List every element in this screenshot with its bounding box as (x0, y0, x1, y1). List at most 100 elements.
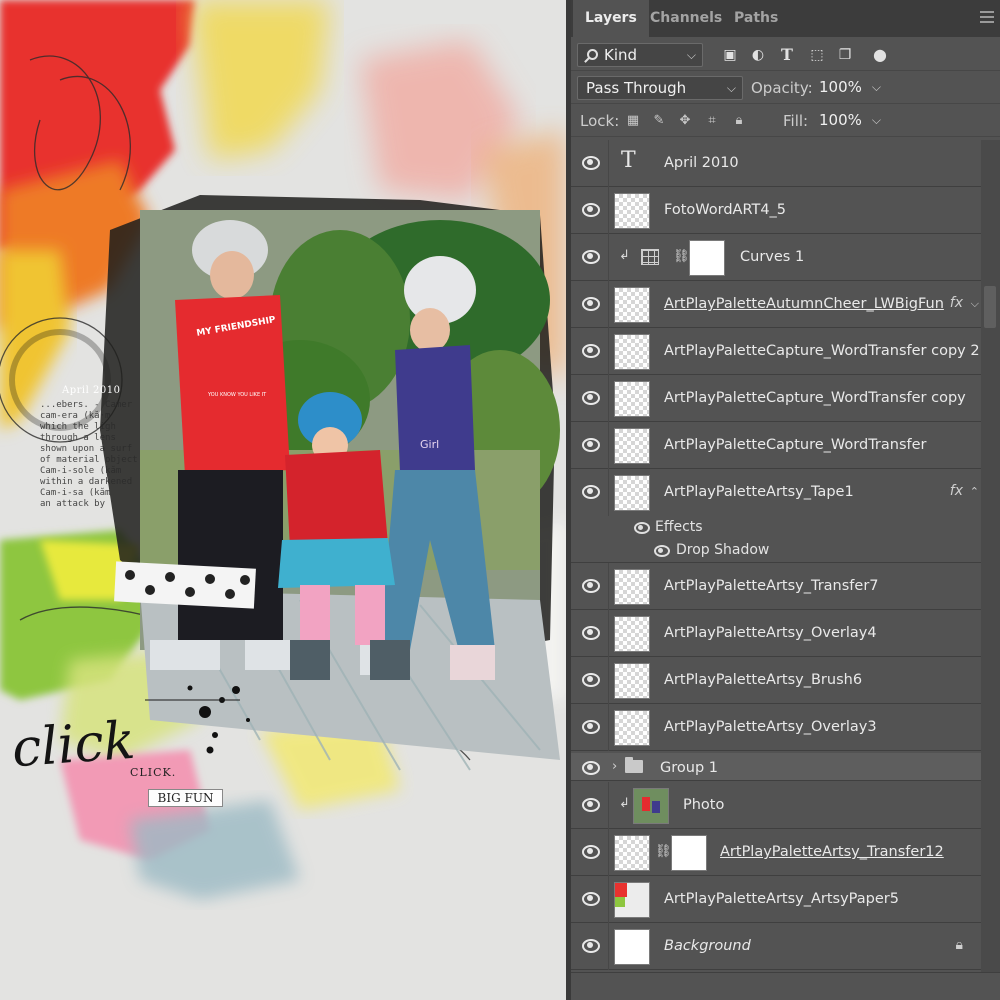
layer-name: April 2010 (664, 155, 739, 171)
shirt2-text: Girl (420, 438, 440, 451)
lock-icon: 🔒︎ (955, 937, 963, 953)
search-icon (587, 49, 598, 60)
layer-row[interactable]: ArtPlayPaletteCapture_WordTransfer copy … (571, 328, 981, 375)
scrollbar-thumb[interactable] (984, 286, 996, 328)
lock-label: Lock: (580, 112, 620, 130)
layer-row[interactable]: ↲ ⛓ Curves 1 (571, 234, 981, 281)
effects-row[interactable]: Effects (571, 516, 981, 539)
layer-name: ArtPlayPaletteAutumnCheer_LWBigFun (664, 296, 944, 312)
fx-badge[interactable]: fx (950, 469, 963, 516)
layer-row[interactable]: ArtPlayPaletteCapture_WordTransfer (571, 422, 981, 469)
dictionary-word-transfer: ...ebers. - Camer cam-era (kă·m which th… (40, 400, 138, 509)
link-chain-icon[interactable]: ⛓ (655, 844, 672, 859)
layer-name: ArtPlayPaletteCapture_WordTransfer (664, 437, 927, 453)
drop-shadow-row[interactable]: Drop Shadow (571, 539, 981, 563)
text-layer-icon: T (621, 148, 636, 173)
visibility-eye-icon[interactable] (582, 626, 600, 640)
visibility-eye-icon[interactable] (582, 892, 600, 906)
layer-row[interactable]: ArtPlayPaletteArtsy_ArtsyPaper5 (571, 876, 981, 923)
fill-value: 100% (819, 111, 862, 129)
layer-row[interactable]: ArtPlayPaletteArtsy_Tape1 fx ⌃ (571, 469, 981, 516)
document-canvas[interactable]: April 2010 ...ebers. - Camer cam-era (kă… (0, 0, 566, 1000)
filter-kind-dropdown[interactable]: Kind ⌵ (577, 43, 703, 67)
group-row[interactable]: › Group 1 (571, 753, 981, 781)
filter-toggle-icon[interactable]: ● (871, 46, 889, 64)
visibility-eye-icon[interactable] (582, 673, 600, 687)
visibility-eye-icon[interactable] (582, 297, 600, 311)
layer-row[interactable]: ArtPlayPaletteArtsy_Transfer7 (571, 563, 981, 610)
big-fun-label: BIG FUN (148, 789, 223, 807)
layer-row[interactable]: ArtPlayPaletteArtsy_Overlay4 (571, 610, 981, 657)
click-script-word: click (10, 710, 137, 780)
visibility-eye-icon[interactable] (582, 720, 600, 734)
layer-name: Photo (683, 797, 725, 813)
panel-tab-bar: Layers Channels Paths (571, 0, 1000, 37)
layer-thumbnail (614, 882, 650, 918)
lock-transparent-icon[interactable]: ▦ (625, 113, 641, 129)
fill-field[interactable]: 100% ⌵ (811, 109, 887, 133)
layer-row[interactable]: ArtPlayPaletteArtsy_Overlay3 (571, 704, 981, 751)
visibility-eye-icon[interactable] (582, 391, 600, 405)
visibility-eye-icon[interactable] (582, 761, 600, 775)
blend-mode-value: Pass Through (586, 79, 687, 97)
shape-filter-icon[interactable]: ⬚ (808, 46, 826, 64)
visibility-eye-icon[interactable] (582, 939, 600, 953)
visibility-eye-icon[interactable] (582, 203, 600, 217)
layer-row[interactable]: T April 2010 (571, 140, 981, 187)
panel-menu-icon[interactable] (980, 11, 994, 23)
drop-shadow-label: Drop Shadow (676, 542, 770, 558)
lock-artboard-icon[interactable]: ⌗ (704, 113, 720, 129)
lock-position-icon[interactable]: ✥ (677, 113, 693, 129)
layer-thumbnail (614, 428, 650, 464)
visibility-eye-icon[interactable] (582, 798, 600, 812)
visibility-eye-icon[interactable] (582, 250, 600, 264)
blend-row: Pass Through ⌵ Opacity: 100% ⌵ (571, 72, 1000, 104)
layer-name: ArtPlayPaletteArtsy_Overlay3 (664, 719, 877, 735)
layer-row[interactable]: ↲ Photo (571, 782, 981, 829)
tab-channels[interactable]: Channels (638, 0, 734, 37)
visibility-eye-icon[interactable] (634, 522, 650, 534)
link-chain-icon[interactable]: ⛓ (673, 249, 690, 264)
blend-mode-dropdown[interactable]: Pass Through ⌵ (577, 76, 743, 100)
layer-row[interactable]: ArtPlayPaletteAutumnCheer_LWBigFun fx ⌵ (571, 281, 981, 328)
opacity-field[interactable]: 100% ⌵ (811, 76, 887, 100)
lock-all-icon[interactable]: 🔒︎ (731, 113, 747, 129)
smart-object-filter-icon[interactable]: ❐ (836, 46, 854, 64)
visibility-eye-icon[interactable] (582, 438, 600, 452)
layer-row[interactable]: ⛓ ArtPlayPaletteArtsy_Transfer12 (571, 829, 981, 876)
visibility-eye-icon[interactable] (654, 545, 670, 557)
visibility-eye-icon[interactable] (582, 579, 600, 593)
layer-mask-thumbnail[interactable] (671, 835, 707, 871)
effects-label: Effects (655, 519, 703, 535)
scrollbar-track[interactable] (981, 140, 1000, 972)
layer-name: Background (664, 938, 751, 954)
layer-row[interactable]: ArtPlayPaletteArtsy_Brush6 (571, 657, 981, 704)
shirt-subtext: YOU KNOW YOU LIKE IT (208, 392, 267, 398)
chevron-right-icon[interactable]: › (612, 753, 617, 781)
thumbnail-swatch (615, 897, 625, 907)
layer-name: ArtPlayPaletteArtsy_Overlay4 (664, 625, 877, 641)
lock-image-icon[interactable]: ✎ (651, 113, 667, 129)
type-filter-icon[interactable]: T (778, 46, 796, 64)
layer-name: ArtPlayPaletteArtsy_ArtsyPaper5 (664, 891, 899, 907)
layer-row[interactable]: ArtPlayPaletteCapture_WordTransfer copy (571, 375, 981, 422)
layer-mask-thumbnail[interactable] (689, 240, 725, 276)
clipping-arrow-icon: ↲ (619, 248, 630, 263)
chevron-up-icon[interactable]: ⌃ (970, 469, 979, 516)
panel-footer (571, 972, 1000, 1000)
layer-row[interactable]: Background 🔒︎ (571, 923, 981, 970)
chevron-down-icon[interactable]: ⌵ (971, 281, 979, 328)
fx-badge[interactable]: fx (950, 281, 963, 328)
click-label: CLICK. (130, 766, 177, 779)
image-filter-icon[interactable]: ▣ (721, 46, 739, 64)
tab-paths[interactable]: Paths (722, 0, 790, 37)
layer-row[interactable]: FotoWordART4_5 (571, 187, 981, 234)
layer-list: T April 2010 FotoWordART4_5 ↲ ⛓ Curves 1… (571, 140, 981, 972)
visibility-eye-icon[interactable] (582, 344, 600, 358)
adjustment-filter-icon[interactable]: ◐ (749, 46, 767, 64)
visibility-eye-icon[interactable] (582, 485, 600, 499)
visibility-eye-icon[interactable] (582, 156, 600, 170)
chevron-down-icon: ⌵ (871, 113, 881, 127)
lock-row: Lock: ▦ ✎ ✥ ⌗ 🔒︎ Fill: 100% ⌵ (571, 105, 1000, 137)
visibility-eye-icon[interactable] (582, 845, 600, 859)
